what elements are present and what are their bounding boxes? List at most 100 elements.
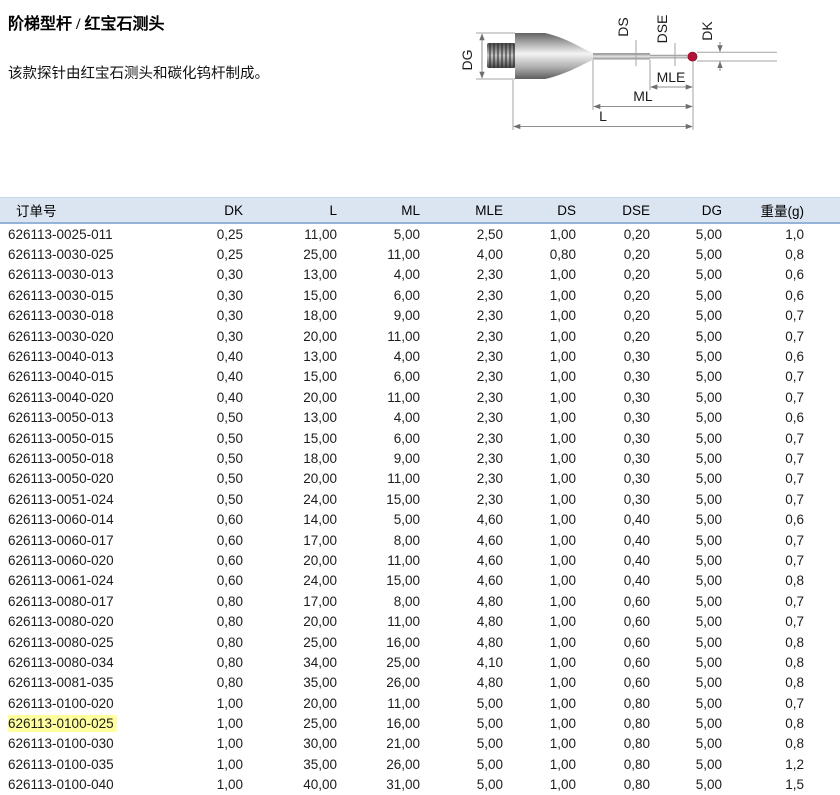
table-row: 626113-0050-0200,5020,0011,002,301,000,3…: [0, 469, 840, 489]
value-cell: 1,00: [503, 591, 576, 611]
value-cell: 1,00: [503, 713, 576, 733]
value-cell: 1,00: [503, 326, 576, 346]
value-cell: 0,7: [722, 591, 840, 611]
table-row: 626113-0030-0130,3013,004,002,301,000,20…: [0, 265, 840, 285]
value-cell: 16,00: [337, 713, 420, 733]
value-cell: 5,00: [420, 734, 503, 754]
order-number-cell: 626113-0060-014: [0, 509, 195, 529]
value-cell: 14,00: [243, 509, 337, 529]
value-cell: 0,30: [576, 367, 650, 387]
value-cell: 1,00: [195, 713, 243, 733]
value-cell: 20,00: [243, 550, 337, 570]
value-cell: 0,6: [722, 265, 840, 285]
value-cell: 8,00: [337, 591, 420, 611]
value-cell: 0,6: [722, 346, 840, 366]
taper-cone: [545, 33, 593, 79]
column-header: DSE: [576, 198, 650, 224]
value-cell: 5,00: [650, 428, 722, 448]
value-cell: 1,00: [503, 632, 576, 652]
stylus-dimension-diagram: DG DS DSE DK MLE ML L: [455, 0, 840, 140]
value-cell: 0,40: [195, 367, 243, 387]
value-cell: 0,8: [722, 713, 840, 733]
value-cell: 0,40: [576, 571, 650, 591]
order-number-cell: 626113-0040-013: [0, 346, 195, 366]
value-cell: 35,00: [243, 673, 337, 693]
value-cell: 0,60: [576, 632, 650, 652]
value-cell: 1,00: [195, 775, 243, 795]
value-cell: 0,7: [722, 387, 840, 407]
dim-label-ds: DS: [615, 17, 631, 36]
value-cell: 5,00: [650, 448, 722, 468]
value-cell: 9,00: [337, 448, 420, 468]
column-header: ML: [337, 198, 420, 224]
value-cell: 2,30: [420, 367, 503, 387]
value-cell: 5,00: [650, 244, 722, 264]
value-cell: 20,00: [243, 693, 337, 713]
page-header: 阶梯型杆 / 红宝石测头 该款探针由红宝石测头和碳化钨杆制成。: [0, 0, 840, 197]
holder-collar: [515, 33, 545, 79]
order-number-cell: 626113-0050-013: [0, 408, 195, 428]
order-number-cell: 626113-0050-015: [0, 428, 195, 448]
value-cell: 1,00: [503, 285, 576, 305]
value-cell: 5,00: [650, 367, 722, 387]
value-cell: 0,80: [195, 652, 243, 672]
table-row: 626113-0060-0140,6014,005,004,601,000,40…: [0, 509, 840, 529]
value-cell: 4,00: [337, 346, 420, 366]
value-cell: 0,7: [722, 428, 840, 448]
value-cell: 2,30: [420, 469, 503, 489]
value-cell: 0,7: [722, 469, 840, 489]
table-row: 626113-0060-0200,6020,0011,004,601,000,4…: [0, 550, 840, 570]
value-cell: 1,00: [503, 408, 576, 428]
value-cell: 2,30: [420, 265, 503, 285]
value-cell: 0,60: [576, 652, 650, 672]
order-number-cell: 626113-0061-024: [0, 571, 195, 591]
value-cell: 0,80: [576, 754, 650, 774]
order-number-cell: 626113-0040-015: [0, 367, 195, 387]
value-cell: 5,00: [650, 530, 722, 550]
value-cell: 0,30: [576, 428, 650, 448]
value-cell: 0,30: [576, 469, 650, 489]
value-cell: 0,40: [195, 387, 243, 407]
value-cell: 1,00: [503, 693, 576, 713]
value-cell: 24,00: [243, 489, 337, 509]
value-cell: 18,00: [243, 448, 337, 468]
order-number-cell: 626113-0100-040: [0, 775, 195, 795]
value-cell: 31,00: [337, 775, 420, 795]
value-cell: 0,20: [576, 244, 650, 264]
value-cell: 5,00: [650, 489, 722, 509]
table-row: 626113-0030-0150,3015,006,002,301,000,20…: [0, 285, 840, 305]
value-cell: 4,00: [337, 408, 420, 428]
value-cell: 1,00: [195, 754, 243, 774]
value-cell: 0,7: [722, 611, 840, 631]
column-header: L: [243, 198, 337, 224]
value-cell: 5,00: [650, 571, 722, 591]
value-cell: 0,25: [195, 244, 243, 264]
value-cell: 5,00: [650, 469, 722, 489]
value-cell: 0,40: [576, 530, 650, 550]
value-cell: 0,7: [722, 367, 840, 387]
value-cell: 2,30: [420, 428, 503, 448]
order-number-cell: 626113-0081-035: [0, 673, 195, 693]
value-cell: 5,00: [650, 673, 722, 693]
table-row: 626113-0080-0200,8020,0011,004,801,000,6…: [0, 611, 840, 631]
value-cell: 1,00: [503, 223, 576, 244]
value-cell: 1,00: [503, 428, 576, 448]
value-cell: 25,00: [243, 244, 337, 264]
value-cell: 5,00: [420, 713, 503, 733]
value-cell: 5,00: [650, 306, 722, 326]
value-cell: 0,50: [195, 489, 243, 509]
dim-label-mle: MLE: [657, 69, 686, 85]
value-cell: 1,5: [722, 775, 840, 795]
value-cell: 0,40: [195, 346, 243, 366]
column-header: DG: [650, 198, 722, 224]
value-cell: 1,00: [503, 489, 576, 509]
order-number-cell: 626113-0050-020: [0, 469, 195, 489]
dim-label-ml: ML: [633, 88, 653, 104]
value-cell: 0,60: [576, 611, 650, 631]
value-cell: 5,00: [650, 775, 722, 795]
catalog-page: 阶梯型杆 / 红宝石测头 该款探针由红宝石测头和碳化钨杆制成。: [0, 0, 840, 795]
value-cell: 0,20: [576, 326, 650, 346]
table-row: 626113-0040-0200,4020,0011,002,301,000,3…: [0, 387, 840, 407]
value-cell: 2,30: [420, 285, 503, 305]
value-cell: 26,00: [337, 673, 420, 693]
